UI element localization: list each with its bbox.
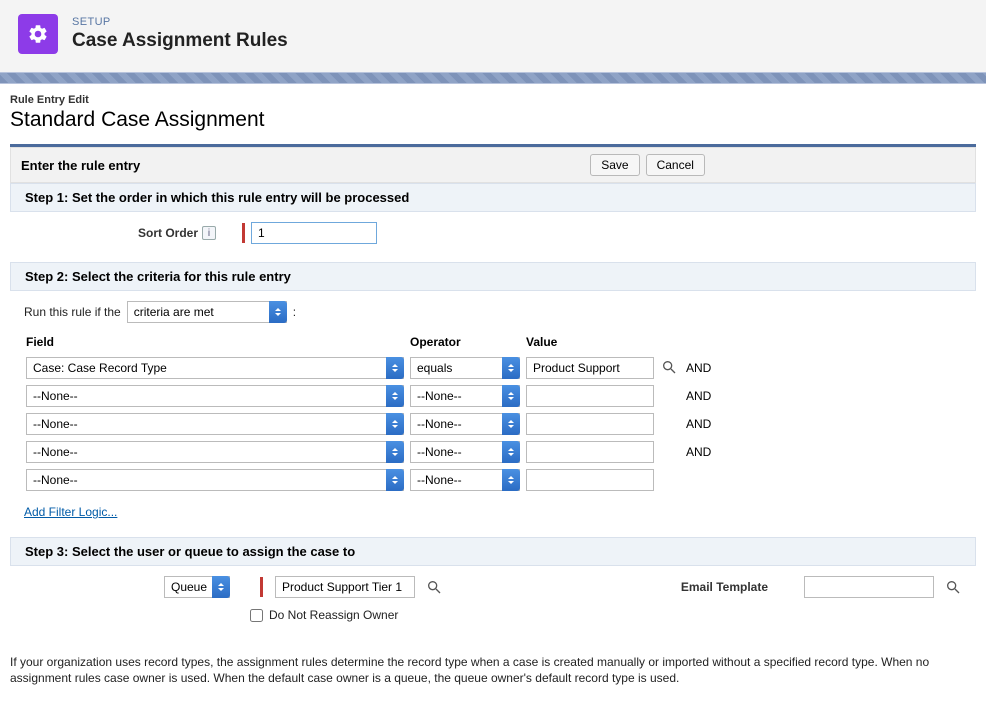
info-icon[interactable]: i bbox=[202, 226, 216, 240]
criteria-row: --None-- --None-- AND bbox=[26, 411, 715, 437]
assignee-type-select[interactable]: Queue bbox=[164, 576, 230, 598]
lookup-icon[interactable] bbox=[425, 578, 443, 596]
and-label: AND bbox=[686, 355, 715, 381]
and-label bbox=[686, 467, 715, 493]
col-value: Value bbox=[526, 335, 658, 353]
header-ribbon bbox=[0, 72, 986, 84]
footer-note: If your organization uses record types, … bbox=[10, 654, 976, 686]
field-select[interactable]: --None-- bbox=[26, 441, 404, 463]
operator-select[interactable]: --None-- bbox=[410, 469, 520, 491]
setup-header: SETUP Case Assignment Rules bbox=[0, 0, 986, 72]
setup-label: SETUP bbox=[72, 16, 288, 28]
step2-header: Step 2: Select the criteria for this rul… bbox=[10, 262, 976, 291]
criteria-row: --None-- --None-- bbox=[26, 467, 715, 493]
email-template-input[interactable] bbox=[804, 576, 934, 598]
enter-rule-entry-header: Enter the rule entry Save Cancel bbox=[10, 147, 976, 183]
col-operator: Operator bbox=[410, 335, 524, 353]
enter-rule-entry-title: Enter the rule entry bbox=[21, 158, 140, 173]
and-label: AND bbox=[686, 383, 715, 409]
value-input[interactable] bbox=[526, 413, 654, 435]
criteria-row: --None-- --None-- AND bbox=[26, 383, 715, 409]
operator-select[interactable]: equals bbox=[410, 357, 520, 379]
gear-icon bbox=[18, 14, 58, 54]
operator-select[interactable]: --None-- bbox=[410, 385, 520, 407]
breadcrumb: Rule Entry Edit bbox=[10, 94, 976, 106]
run-rule-row: Run this rule if the criteria are met : bbox=[24, 301, 962, 323]
value-input[interactable] bbox=[526, 357, 654, 379]
operator-select[interactable]: --None-- bbox=[410, 413, 520, 435]
colon: : bbox=[293, 305, 296, 319]
assignee-input[interactable] bbox=[275, 576, 415, 598]
step1-header: Step 1: Set the order in which this rule… bbox=[10, 183, 976, 212]
run-rule-prefix: Run this rule if the bbox=[24, 305, 121, 319]
required-indicator bbox=[260, 577, 263, 597]
field-select[interactable]: --None-- bbox=[26, 385, 404, 407]
criteria-row: --None-- --None-- AND bbox=[26, 439, 715, 465]
field-select[interactable]: --None-- bbox=[26, 413, 404, 435]
and-label: AND bbox=[686, 411, 715, 437]
value-input[interactable] bbox=[526, 469, 654, 491]
field-select[interactable]: --None-- bbox=[26, 469, 404, 491]
sort-order-input[interactable] bbox=[251, 222, 377, 244]
email-template-label: Email Template bbox=[681, 580, 768, 594]
lookup-icon[interactable] bbox=[944, 578, 962, 596]
criteria-row: Case: Case Record Type equals AND bbox=[26, 355, 715, 381]
criteria-table: Field Operator Value Case: Case Record T… bbox=[24, 333, 717, 495]
lookup-icon[interactable] bbox=[660, 358, 678, 376]
required-indicator bbox=[242, 223, 245, 243]
and-label: AND bbox=[686, 439, 715, 465]
field-select[interactable]: Case: Case Record Type bbox=[26, 357, 404, 379]
page-title: Case Assignment Rules bbox=[72, 30, 288, 52]
col-field: Field bbox=[26, 335, 408, 353]
do-not-reassign-checkbox[interactable] bbox=[250, 609, 263, 622]
criteria-mode-select[interactable]: criteria are met bbox=[127, 301, 287, 323]
save-button[interactable]: Save bbox=[590, 154, 639, 176]
add-filter-logic-link[interactable]: Add Filter Logic... bbox=[24, 505, 117, 519]
step3-header: Step 3: Select the user or queue to assi… bbox=[10, 537, 976, 566]
value-input[interactable] bbox=[526, 441, 654, 463]
sort-order-label: Sort Order bbox=[28, 226, 198, 240]
value-input[interactable] bbox=[526, 385, 654, 407]
operator-select[interactable]: --None-- bbox=[410, 441, 520, 463]
do-not-reassign-label: Do Not Reassign Owner bbox=[269, 608, 398, 622]
rule-name-heading: Standard Case Assignment bbox=[10, 108, 976, 132]
cancel-button[interactable]: Cancel bbox=[646, 154, 705, 176]
